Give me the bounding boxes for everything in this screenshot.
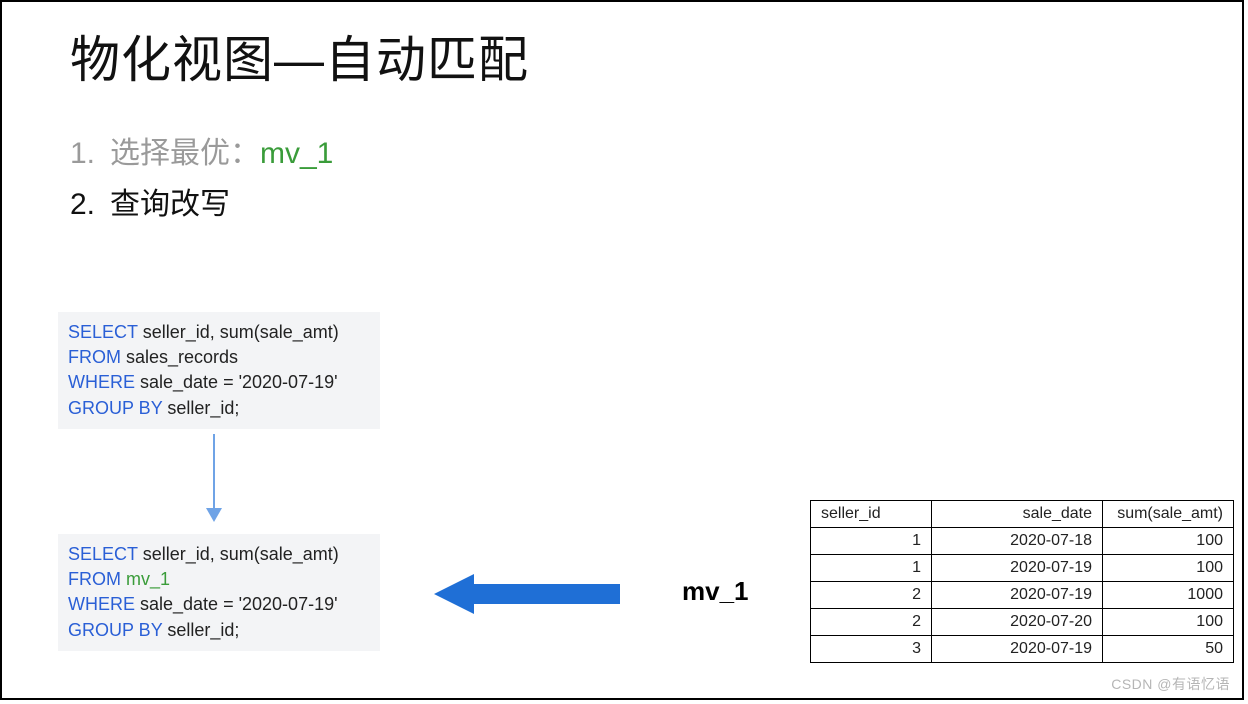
sql-line: SELECT seller_id, sum(sale_amt): [68, 542, 370, 567]
sql-text: sale_date = '2020-07-19': [135, 594, 338, 614]
sql-line: FROM mv_1: [68, 567, 370, 592]
page-title: 物化视图—自动匹配: [70, 20, 529, 92]
table-cell: 2020-07-18: [932, 528, 1103, 555]
steps-list: 1. 选择最优： mv_1 2. 查询改写: [70, 128, 333, 230]
table-cell: 2: [811, 582, 932, 609]
table-header-cell: sum(sale_amt): [1103, 501, 1234, 528]
sql-keyword-groupby: GROUP BY: [68, 398, 162, 418]
table-cell: 2020-07-19: [932, 582, 1103, 609]
table-cell: 2020-07-19: [932, 636, 1103, 663]
sql-original-box: SELECT seller_id, sum(sale_amt) FROM sal…: [58, 312, 380, 429]
table-cell: 1000: [1103, 582, 1234, 609]
table-row: 1 2020-07-18 100: [811, 528, 1234, 555]
sql-text: seller_id, sum(sale_amt): [138, 322, 339, 342]
table-cell: 2020-07-19: [932, 555, 1103, 582]
sql-line: SELECT seller_id, sum(sale_amt): [68, 320, 370, 345]
sql-table-green: mv_1: [121, 569, 170, 589]
table-header-cell: seller_id: [811, 501, 932, 528]
watermark-text: CSDN @有语忆语: [1111, 674, 1230, 694]
sql-text: seller_id, sum(sale_amt): [138, 544, 339, 564]
table-cell: 100: [1103, 609, 1234, 636]
arrow-left-icon: [434, 574, 620, 614]
table-row: 3 2020-07-19 50: [811, 636, 1234, 663]
sql-text: seller_id;: [162, 620, 239, 640]
mv-label: mv_1: [682, 576, 749, 607]
step-1-value: mv_1: [260, 128, 333, 179]
step-1-number: 1.: [70, 128, 110, 179]
table-cell: 1: [811, 555, 932, 582]
table-cell: 2020-07-20: [932, 609, 1103, 636]
table-row: 2 2020-07-19 1000: [811, 582, 1234, 609]
sql-keyword-select: SELECT: [68, 544, 138, 564]
sql-keyword-where: WHERE: [68, 594, 135, 614]
sql-text: seller_id;: [162, 398, 239, 418]
table-cell: 100: [1103, 528, 1234, 555]
step-1-label: 选择最优：: [110, 128, 260, 179]
sql-text: sale_date = '2020-07-19': [135, 372, 338, 392]
sql-line: FROM sales_records: [68, 345, 370, 370]
table-body: 1 2020-07-18 100 1 2020-07-19 100 2 2020…: [811, 528, 1234, 663]
sql-keyword-from: FROM: [68, 569, 121, 589]
slide-frame: 物化视图—自动匹配 1. 选择最优： mv_1 2. 查询改写 SELECT s…: [0, 0, 1244, 700]
step-2-label: 查询改写: [110, 179, 230, 230]
table-cell: 2: [811, 609, 932, 636]
arrow-down-icon: [202, 432, 226, 522]
step-1: 1. 选择最优： mv_1: [70, 128, 333, 179]
sql-rewritten-box: SELECT seller_id, sum(sale_amt) FROM mv_…: [58, 534, 380, 651]
step-2: 2. 查询改写: [70, 179, 333, 230]
sql-line: WHERE sale_date = '2020-07-19': [68, 370, 370, 395]
table-cell: 100: [1103, 555, 1234, 582]
sql-line: GROUP BY seller_id;: [68, 396, 370, 421]
sql-line: WHERE sale_date = '2020-07-19': [68, 592, 370, 617]
step-2-number: 2.: [70, 179, 110, 230]
table-cell: 3: [811, 636, 932, 663]
mv-data-table: seller_id sale_date sum(sale_amt) 1 2020…: [810, 500, 1234, 663]
table-header-cell: sale_date: [932, 501, 1103, 528]
sql-keyword-from: FROM: [68, 347, 121, 367]
sql-text: sales_records: [121, 347, 238, 367]
sql-keyword-groupby: GROUP BY: [68, 620, 162, 640]
sql-keyword-where: WHERE: [68, 372, 135, 392]
table-header-row: seller_id sale_date sum(sale_amt): [811, 501, 1234, 528]
sql-line: GROUP BY seller_id;: [68, 618, 370, 643]
table-cell: 50: [1103, 636, 1234, 663]
table-row: 2 2020-07-20 100: [811, 609, 1234, 636]
table-cell: 1: [811, 528, 932, 555]
table-row: 1 2020-07-19 100: [811, 555, 1234, 582]
sql-keyword-select: SELECT: [68, 322, 138, 342]
